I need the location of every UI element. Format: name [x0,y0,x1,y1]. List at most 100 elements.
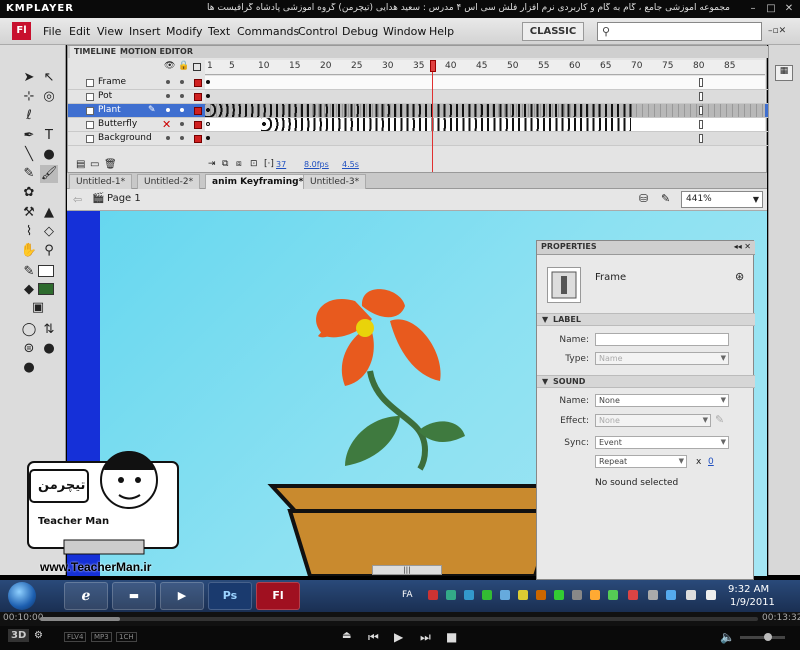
tab-untitled-1[interactable]: Untitled-1* [69,174,133,189]
modify-markers-icon[interactable]: [·] [264,159,274,169]
explorer-folder-icon[interactable]: ▬ [112,582,156,610]
stop-icon[interactable]: ■ [446,630,457,644]
playhead[interactable] [430,60,436,172]
label-type-select[interactable]: Name ▼ [595,352,729,365]
help-icon[interactable]: ⊛ [735,270,744,283]
library-panel-icon[interactable]: ▦ [775,65,793,81]
zoom-select[interactable]: 441% ▼ [681,191,763,208]
tab-anim-keyframing[interactable]: anim Keyframing* [205,174,311,189]
layer-row[interactable]: Pot [68,90,768,104]
back-arrow-icon[interactable]: ⇦ [73,193,82,206]
3d-toggle[interactable]: 3D [8,629,30,642]
outline-swatch[interactable] [194,135,202,143]
menu-text[interactable]: Text [208,25,230,38]
oval-tool-icon[interactable]: ● [40,146,58,164]
lock-dot[interactable] [180,136,184,140]
help-search-input[interactable]: ⚲ [597,22,762,41]
lock-dot[interactable] [180,94,184,98]
end-frame[interactable] [699,134,703,143]
lock-icon[interactable]: 🔒 [178,61,189,71]
maximize-icon[interactable]: □ [764,3,778,15]
brush-size-icon[interactable]: ● [20,359,38,377]
layer-row-selected[interactable]: Plant ✎ [68,104,768,118]
outline-swatch[interactable] [194,93,202,101]
layer-row[interactable]: Butterfly ✕ [68,118,768,132]
sync-select[interactable]: Event ▼ [595,436,729,449]
settings-icon[interactable]: ⚙ [34,630,43,641]
snap-to-objects-icon[interactable]: ◯ [20,321,38,339]
tab-untitled-2[interactable]: Untitled-2* [137,174,201,189]
media-player-icon[interactable]: ▶ [160,582,204,610]
stroke-color-icon[interactable]: ✎ [20,263,38,281]
menu-modify[interactable]: Modify [166,25,202,38]
network-icon[interactable] [706,590,716,600]
end-frame[interactable] [699,92,703,101]
stroke-color-swatch[interactable] [38,265,54,277]
swap-colors-icon[interactable]: ▣ [29,299,47,317]
keyframe[interactable] [206,80,210,84]
menu-file[interactable]: File [43,25,61,38]
eject-icon[interactable]: ⏏ [342,630,351,641]
empty-keyframe[interactable] [206,122,210,126]
frame-ruler[interactable]: 1 5 10 15 20 25 30 35 40 45 50 55 60 65 … [205,60,765,75]
visibility-dot[interactable] [166,94,170,98]
edit-multiple-frames-icon[interactable]: ⊡ [250,159,258,169]
speaker-icon[interactable] [686,590,696,600]
label-section-header[interactable]: ▼ LABEL [537,313,755,326]
tray-icon[interactable] [590,590,600,600]
delete-layer-icon[interactable]: 🗑 [104,159,117,170]
visibility-dot[interactable] [166,80,170,84]
lock-dot[interactable] [180,122,184,126]
repeat-count[interactable]: 0 [708,457,714,467]
tab-untitled-3[interactable]: Untitled-3* [303,174,367,189]
brush-mode-icon[interactable]: ⊜ [20,340,38,358]
playhead-handle[interactable] [430,60,436,72]
layer-frames[interactable] [205,76,765,89]
sound-section-header[interactable]: ▼ SOUND [537,375,755,388]
end-frame[interactable] [699,106,703,115]
tray-icon[interactable] [446,590,456,600]
tray-icon[interactable] [500,590,510,600]
workspace-switcher[interactable]: CLASSIC [522,22,584,41]
lock-dot[interactable] [180,108,184,112]
brush-tool-icon[interactable]: 🖌 [40,165,58,183]
edit-symbols-icon[interactable]: ✎ [661,192,670,205]
layer-frames[interactable] [205,90,765,103]
menu-insert[interactable]: Insert [129,25,161,38]
onion-outlines-icon[interactable]: ⧈ [236,159,242,169]
outline-swatch[interactable] [194,121,202,129]
new-folder-icon[interactable]: ▭ [90,159,99,170]
minimize-icon[interactable]: – [746,3,760,15]
visibility-dot[interactable] [166,108,170,112]
flash-task-button[interactable]: Fl [256,582,300,610]
tray-icon[interactable] [428,590,438,600]
tray-icon[interactable] [648,590,658,600]
layer-row[interactable]: Background [68,132,768,146]
language-indicator[interactable]: FA [402,590,413,600]
next-icon[interactable]: ⏭ [420,630,431,645]
sound-name-select[interactable]: None ▼ [595,394,729,407]
keyframe-sequence[interactable] [261,118,631,131]
pen-tool-icon[interactable]: ✒ [20,127,38,145]
frame-rate[interactable]: 8.0fps [304,160,329,169]
tray-icon[interactable] [572,590,582,600]
photoshop-task-button[interactable]: Ps [208,582,252,610]
volume-handle[interactable] [764,633,772,641]
fill-color-swatch[interactable] [38,283,54,295]
tray-icon[interactable] [482,590,492,600]
tab-properties[interactable]: PROPERTIES [541,242,597,251]
layer-frames[interactable] [205,118,765,131]
effect-select[interactable]: None ▼ [595,414,711,427]
end-frame[interactable] [699,120,703,129]
ie-icon[interactable]: ℯ [64,582,108,610]
tab-motion-editor[interactable]: MOTION EDITOR [116,46,197,58]
fill-color-icon[interactable]: ◆ [20,281,38,299]
subselection-tool-icon[interactable]: ↖ [40,69,58,87]
brush-shape-icon[interactable]: ● [40,340,58,358]
paint-bucket-tool-icon[interactable]: ▲ [40,204,58,222]
tray-icon[interactable] [608,590,618,600]
seek-bar[interactable] [40,617,758,621]
edit-envelope-icon[interactable]: ✎ [715,413,724,426]
volume-slider[interactable] [740,636,785,639]
menu-control[interactable]: Control [298,25,338,38]
